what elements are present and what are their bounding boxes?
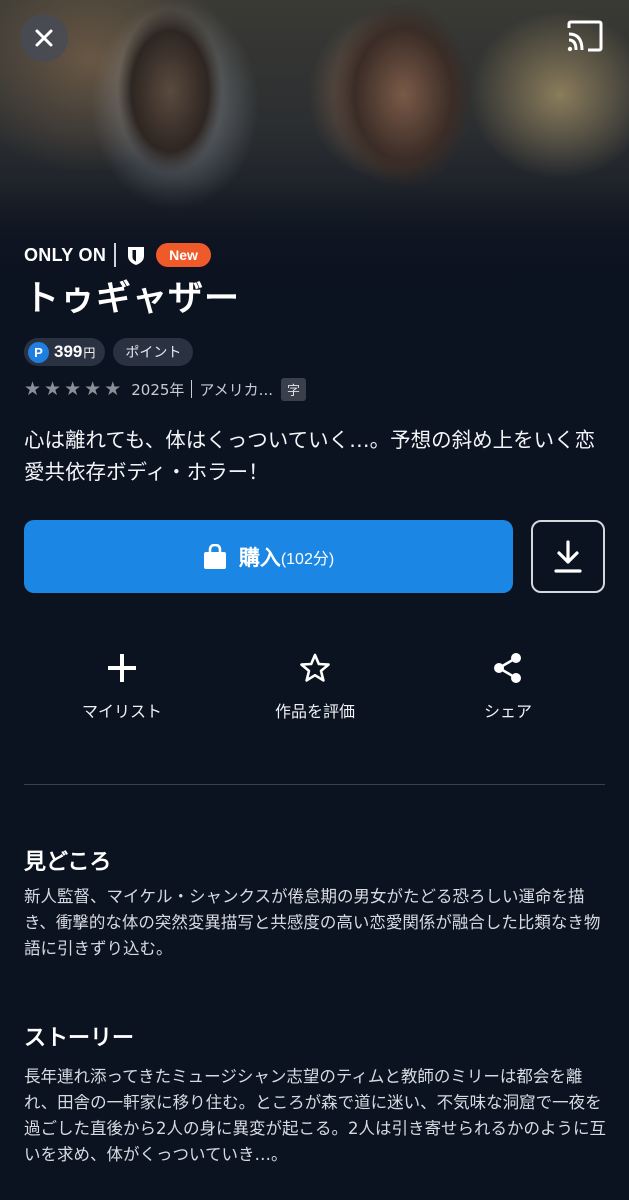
- detail-page: ONLY ON New トゥギャザー P 399 円 ポイント ★ ★ ★ ★ …: [0, 0, 629, 1200]
- close-icon: [35, 29, 53, 47]
- meta-row: ★ ★ ★ ★ ★ 2025年 アメリカ... 字: [24, 376, 306, 402]
- download-icon: [554, 539, 582, 573]
- point-p-icon: P: [28, 341, 49, 363]
- service-shield-icon: [126, 244, 146, 266]
- price-row: P 399 円 ポイント: [24, 338, 194, 366]
- close-button[interactable]: [20, 14, 68, 62]
- plus-icon: [108, 654, 136, 682]
- meta-divider: [191, 380, 193, 398]
- download-button[interactable]: [531, 520, 605, 593]
- star-icon: ★: [64, 377, 82, 400]
- badge-row: ONLY ON New: [24, 240, 211, 270]
- price-amount: 399: [54, 342, 83, 361]
- mylist-button[interactable]: マイリスト: [42, 648, 202, 722]
- section-divider: [24, 784, 605, 785]
- share-icon: [494, 653, 521, 683]
- cast-button[interactable]: [563, 16, 607, 56]
- share-label: シェア: [483, 702, 532, 721]
- star-outline-icon: [300, 653, 330, 682]
- new-badge: New: [156, 243, 211, 267]
- country: アメリカ...: [199, 380, 273, 399]
- point-tag: ポイント: [113, 338, 194, 366]
- rate-label: 作品を評価: [274, 702, 355, 721]
- story-heading: ストーリー: [24, 1026, 135, 1051]
- share-button[interactable]: シェア: [428, 648, 588, 722]
- buy-duration: (102分): [280, 550, 335, 568]
- star-icon: ★: [84, 377, 102, 400]
- buy-button[interactable]: 購入 (102分): [24, 520, 513, 593]
- rating-stars: ★ ★ ★ ★ ★: [24, 377, 122, 400]
- price-unit: 円: [83, 345, 96, 360]
- badge-divider: [114, 243, 117, 267]
- shopping-bag-icon: [203, 543, 226, 569]
- only-on-label: ONLY ON: [24, 244, 107, 265]
- buy-label: 購入: [238, 545, 281, 570]
- cast-icon: [567, 20, 603, 52]
- star-icon: ★: [24, 377, 42, 400]
- star-icon: ★: [44, 377, 62, 400]
- star-icon: ★: [104, 377, 122, 400]
- price-chip: P 399 円: [24, 338, 106, 366]
- highlights-body: 新人監督、マイケル・シャンクスが倦怠期の男女がたどる恐ろしい運命を描き、衝撃的な…: [24, 887, 601, 958]
- rate-button[interactable]: 作品を評価: [235, 648, 395, 722]
- page-title: トゥギャザー: [24, 279, 241, 319]
- catchphrase: 心は離れても、体はくっついていく…。予想の斜め上をいく恋愛共依存ボディ・ホラー！: [24, 428, 596, 484]
- subtitle-badge: 字: [280, 377, 306, 401]
- release-year: 2025年: [131, 380, 185, 399]
- mylist-label: マイリスト: [81, 702, 162, 721]
- highlights-heading: 見どころ: [24, 850, 112, 875]
- story-body: 長年連れ添ってきたミュージシャン志望のティムと教師のミリーは都会を離れ、田舎の一…: [24, 1067, 606, 1164]
